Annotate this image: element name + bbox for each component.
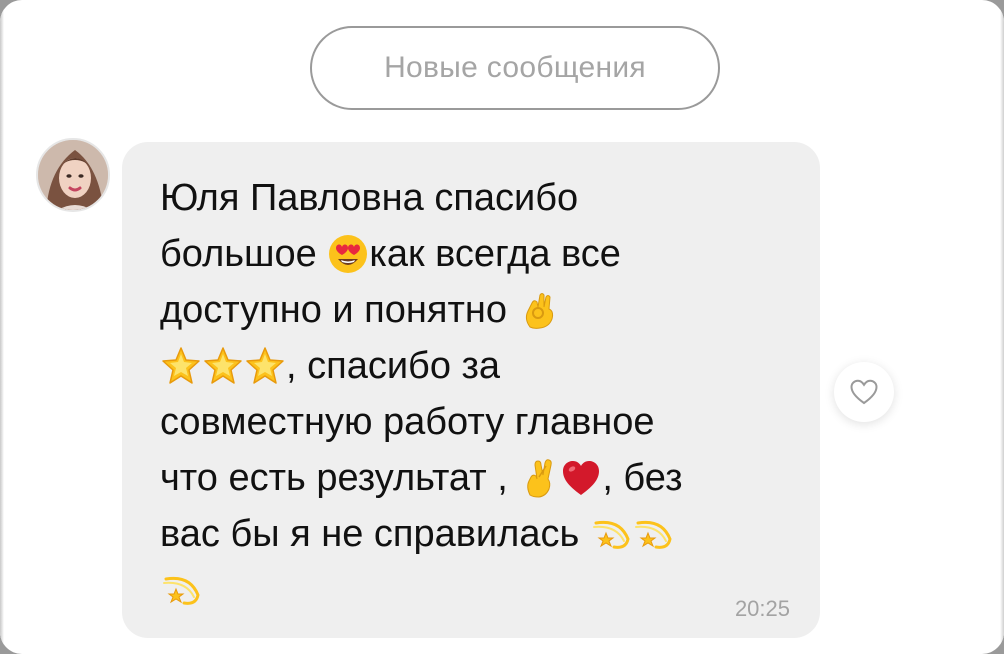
message-bubble[interactable]: Юля Павловна спасибо большое как всегда в… — [122, 142, 820, 638]
message-line: вас бы я не справилась — [160, 506, 790, 562]
message-line: доступно и понятно — [160, 282, 790, 338]
message-timestamp: 20:25 — [734, 596, 790, 621]
message-text-segment: как всегда все — [369, 233, 621, 275]
dizzy-emoji — [160, 569, 202, 611]
star-emoji — [202, 345, 244, 387]
ok-hand-emoji — [518, 289, 560, 331]
message-line: совместную работу главное — [160, 394, 790, 450]
star-emoji — [244, 345, 286, 387]
new-messages-divider[interactable]: Новые сообщения — [310, 26, 720, 110]
avatar-photo-icon — [38, 140, 108, 210]
crossed-fingers-emoji — [518, 457, 560, 499]
message-text-segment: большое — [160, 233, 328, 275]
dizzy-emoji — [590, 513, 632, 555]
heart-outline-icon — [850, 379, 878, 405]
window-edge-right — [1000, 0, 1004, 654]
message-text-segment: , спасибо за — [286, 345, 501, 387]
message-text-segment: вас бы я не справилась — [160, 513, 590, 555]
message-text: Юля Павловна спасибо большое как всегда в… — [160, 170, 790, 618]
message-text-segment: совместную работу главное — [160, 401, 655, 443]
star-emoji — [160, 345, 202, 387]
heart-eyes-emoji — [327, 233, 369, 275]
message-text-segment: , без — [602, 457, 683, 499]
message-line: , спасибо за — [160, 338, 790, 394]
dizzy-emoji — [632, 513, 674, 555]
message-line: большое как всегда все — [160, 226, 790, 282]
message-text-segment: Юля Павловна спасибо — [160, 177, 579, 219]
like-button[interactable] — [834, 362, 894, 422]
message-text-segment: что есть результат , — [160, 457, 519, 499]
avatar[interactable] — [36, 138, 110, 212]
chat-window: Новые сообщения Юля Павловна спасибо боль… — [0, 0, 1004, 654]
message-line — [160, 562, 790, 618]
message-text-segment: доступно и понятно — [160, 289, 518, 331]
message-line: Юля Павловна спасибо — [160, 170, 790, 226]
window-edge-left — [0, 0, 4, 654]
message-line: что есть результат , , без — [160, 450, 790, 506]
red-heart-emoji — [560, 457, 602, 499]
